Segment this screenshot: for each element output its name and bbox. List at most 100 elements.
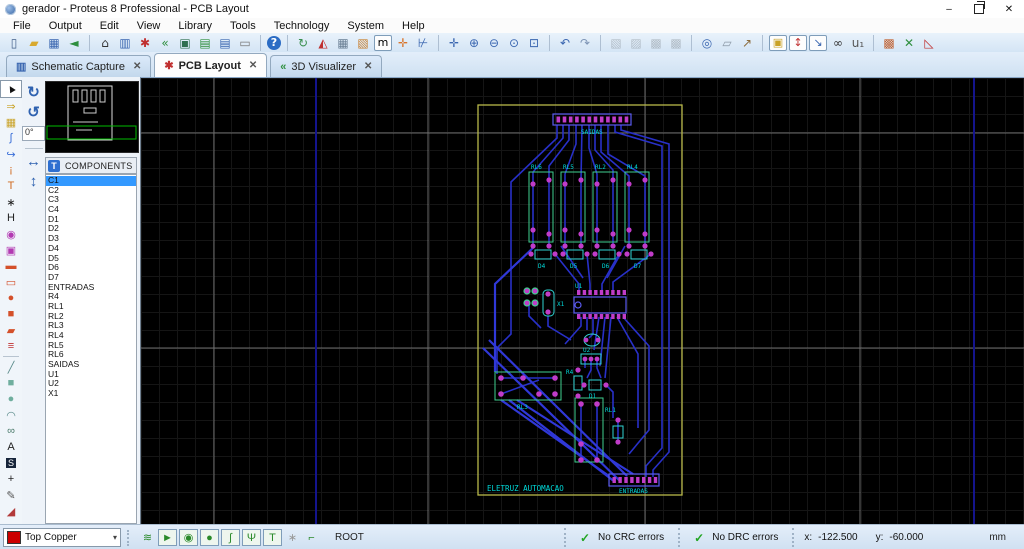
star-tool-button[interactable]: ∗ [284, 530, 301, 545]
text-tool-button[interactable]: T [263, 529, 282, 546]
arc-trace-mode-button[interactable]: ↪ [1, 146, 21, 162]
rotation-angle-field[interactable]: 0° [22, 126, 45, 141]
drag-mode-button[interactable]: ► [158, 529, 177, 546]
zoom-all-button[interactable]: ⊙ [505, 35, 523, 51]
poly-pad-mode-button[interactable]: ▰ [1, 322, 21, 338]
component-item-d3[interactable]: D3 [46, 233, 136, 244]
metric-toggle-button[interactable]: m [374, 34, 392, 51]
component-mode-button[interactable]: ⇒ [1, 98, 21, 114]
component-item-entradas[interactable]: ENTRADAS [46, 282, 136, 293]
drc-status-chip[interactable]: ✓ No DRC errors [678, 528, 792, 547]
bill-of-materials-button[interactable]: ▤ [216, 35, 234, 51]
selection-mode-button[interactable]: ▲ [0, 80, 22, 98]
line-2d-mode-button[interactable]: ╱ [1, 359, 21, 375]
gerber-viewer-button[interactable]: ▣ [176, 35, 194, 51]
menu-view[interactable]: View [128, 20, 170, 32]
menu-help[interactable]: Help [393, 20, 434, 32]
layer-cube-button[interactable]: ▧ [354, 35, 372, 51]
auto-track-necking-button[interactable]: ↕ [789, 34, 807, 51]
tab-close-icon[interactable]: ✕ [364, 61, 372, 72]
marker-mode-button[interactable]: + [1, 471, 21, 487]
trace-mode-button[interactable]: ∫ [1, 130, 21, 146]
edge-pad-mode-button[interactable]: ▭ [1, 274, 21, 290]
menu-tools[interactable]: Tools [221, 20, 265, 32]
component-item-d2[interactable]: D2 [46, 224, 136, 234]
home-button[interactable]: ⌂ [96, 35, 114, 51]
menu-edit[interactable]: Edit [91, 20, 128, 32]
flip-mirror-button[interactable]: ◭ [314, 35, 332, 51]
redo-button[interactable]: ↷ [576, 35, 594, 51]
auto-placer-button[interactable]: ✕ [900, 35, 918, 51]
connectivity-mode-button[interactable]: H [1, 210, 21, 226]
goto-component-button[interactable]: ◎ [698, 35, 716, 51]
menu-output[interactable]: Output [40, 20, 91, 32]
new-file-button[interactable]: ▯ [5, 35, 23, 51]
via-mode-button[interactable]: ¡ [1, 162, 21, 178]
circle-pad-mode-button[interactable]: ● [1, 290, 21, 306]
wrench-tool-button[interactable]: ↗ [738, 35, 756, 51]
pan-button[interactable]: ✛ [445, 35, 463, 51]
block-move-button[interactable]: ▨ [627, 35, 645, 51]
minimize-button[interactable]: – [934, 0, 964, 18]
trace-style-lock-button[interactable]: ▣ [769, 34, 787, 51]
pad-tool-button[interactable]: ◉ [179, 529, 198, 546]
x-cursor-button[interactable]: ⊬ [414, 35, 432, 51]
rotate-clockwise-button[interactable]: ↻ [27, 83, 40, 103]
square-pad-mode-button[interactable]: ▣ [1, 242, 21, 258]
padstack-mode-button[interactable]: ≡ [1, 338, 21, 354]
tab-close-icon[interactable]: ✕ [249, 60, 257, 71]
component-item-u2[interactable]: U2 [46, 379, 136, 389]
block-rotate-button[interactable]: ▩ [647, 35, 665, 51]
pcb-layout-button[interactable]: ✱ [136, 35, 154, 51]
help-button[interactable]: ? [267, 35, 281, 50]
dimension-mode-button[interactable]: ✎ [1, 487, 21, 503]
component-item-d6[interactable]: D6 [46, 262, 136, 273]
open-folder-button[interactable]: ▰ [25, 35, 43, 51]
design-rule-manager-button[interactable]: ▩ [880, 35, 898, 51]
menu-library[interactable]: Library [169, 20, 221, 32]
false-origin-button[interactable]: ✛ [394, 35, 412, 51]
redraw-button[interactable]: ↻ [294, 35, 312, 51]
schematic-capture-button[interactable]: ▥ [116, 35, 134, 51]
pcb-canvas[interactable]: SAIDAS RL6 RL5 RL2 RL4 D4 D5 D6 D7 U1 X1… [140, 77, 1024, 525]
net-tool-button[interactable]: ⌐ [303, 530, 320, 545]
save-button[interactable]: ▦ [45, 35, 63, 51]
measurement-button[interactable]: ◺ [920, 35, 938, 51]
component-item-saidas[interactable]: SAIDAS [46, 359, 136, 370]
flip-vertical-button[interactable]: ↕ [30, 173, 38, 193]
zoom-out-button[interactable]: ⊖ [485, 35, 503, 51]
minimap-viewport[interactable] [46, 125, 137, 140]
grid-toggle-button[interactable]: ▦ [334, 35, 352, 51]
3d-visualizer-button[interactable]: « [156, 35, 174, 51]
menu-file[interactable]: File [4, 20, 40, 32]
layer-selector[interactable]: Top Copper ▾ [3, 528, 121, 547]
arc-2d-mode-button[interactable]: ◠ [1, 407, 21, 423]
rect-pad-mode-button[interactable]: ■ [1, 306, 21, 322]
layer-stack-button[interactable]: ≋ [139, 530, 156, 545]
tab-schematic-capture[interactable]: ▥ Schematic Capture ✕ [6, 55, 152, 77]
zoom-in-button[interactable]: ⊕ [465, 35, 483, 51]
electrical-report-button[interactable]: ▭ [236, 35, 254, 51]
package-mode-button[interactable]: ▦ [1, 114, 21, 130]
crc-status-chip[interactable]: ✓ No CRC errors [563, 528, 678, 547]
tab-pcb-layout[interactable]: ✱ PCB Layout ✕ [154, 53, 268, 77]
zoom-area-button[interactable]: ⊡ [525, 35, 543, 51]
box-2d-mode-button[interactable]: ■ [1, 375, 21, 391]
restore-button[interactable] [964, 0, 994, 18]
component-item-d1[interactable]: D1 [46, 214, 136, 225]
route-tool-button[interactable]: ∫ [221, 529, 240, 546]
text-2d-mode-button[interactable]: A [1, 439, 21, 455]
dil-pad-mode-button[interactable]: ▬ [1, 258, 21, 274]
new-package-button[interactable]: ▱ [718, 35, 736, 51]
undo-button[interactable]: ↶ [556, 35, 574, 51]
via-tool-button[interactable]: ● [200, 529, 219, 546]
menu-technology[interactable]: Technology [265, 20, 339, 32]
component-item-c4[interactable]: C4 [46, 204, 136, 215]
tab-close-icon[interactable]: ✕ [133, 61, 141, 72]
component-item-c2[interactable]: C2 [46, 185, 136, 196]
import-design-button[interactable]: ◄ [65, 35, 83, 51]
flip-horizontal-button[interactable]: ↔ [26, 153, 41, 173]
block-delete-button[interactable]: ▩ [667, 35, 685, 51]
design-explorer-button[interactable]: ▤ [196, 35, 214, 51]
symbol-2d-mode-button[interactable]: S [1, 455, 21, 471]
